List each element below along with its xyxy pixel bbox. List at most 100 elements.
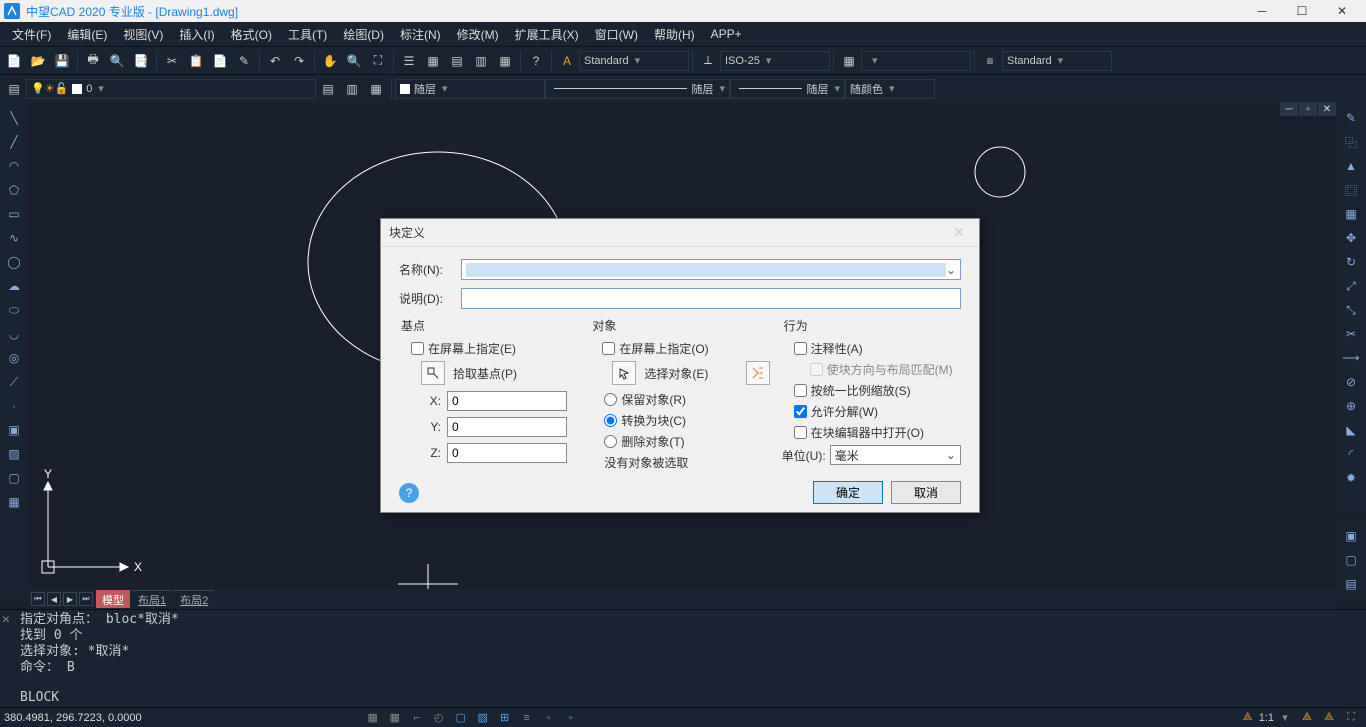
menu-view[interactable]: 视图(V) <box>115 22 171 46</box>
pan-icon[interactable]: ✋ <box>319 50 341 72</box>
tab-first-icon[interactable]: ⏮ <box>31 592 45 606</box>
ellipse-icon[interactable]: ⬭ <box>3 299 25 321</box>
obj-onscreen-checkbox[interactable] <box>602 342 615 355</box>
offset-icon[interactable]: ⿴ <box>1340 179 1362 201</box>
pick-point-button[interactable] <box>421 361 445 385</box>
otrack-icon[interactable]: ▨ <box>472 709 494 727</box>
calc-icon[interactable]: ▦ <box>494 50 516 72</box>
close-button[interactable]: ✕ <box>1322 0 1362 22</box>
snap-icon[interactable]: ▦ <box>384 709 406 727</box>
pline-icon[interactable]: ⟋ <box>3 371 25 393</box>
dimstyle-icon[interactable]: ⟂ <box>697 50 719 72</box>
lineweight-select[interactable]: 随层▾ <box>730 79 845 99</box>
properties-icon[interactable]: ☰ <box>398 50 420 72</box>
break-icon[interactable]: ⊘ <box>1340 371 1362 393</box>
annoscale-icon[interactable]: ⟁ <box>1237 709 1259 727</box>
menu-format[interactable]: 格式(O) <box>223 22 280 46</box>
menu-insert[interactable]: 插入(I) <box>171 22 222 46</box>
line-icon[interactable]: ╲ <box>3 107 25 129</box>
base-onscreen-checkbox[interactable] <box>411 342 424 355</box>
annot-checkbox[interactable] <box>794 342 807 355</box>
trim-icon[interactable]: ✂ <box>1340 323 1362 345</box>
redo-icon[interactable]: ↷ <box>288 50 310 72</box>
insert-block-icon[interactable]: ▣ <box>1340 525 1362 547</box>
dimstyle-select[interactable]: ISO-25▾ <box>720 51 830 71</box>
ok-button[interactable]: 确定 <box>813 481 883 504</box>
undo-icon[interactable]: ↶ <box>264 50 286 72</box>
array-icon[interactable]: ▦ <box>1340 203 1362 225</box>
tab-prev-icon[interactable]: ◀ <box>47 592 61 606</box>
cancel-button[interactable]: 取消 <box>891 481 961 504</box>
help-icon[interactable]: ? <box>525 50 547 72</box>
xline-icon[interactable]: ╱ <box>3 131 25 153</box>
menu-help[interactable]: 帮助(H) <box>646 22 703 46</box>
join-icon[interactable]: ⊕ <box>1340 395 1362 417</box>
annoscale-arrow-icon[interactable]: ▾ <box>1274 709 1296 727</box>
x-input[interactable] <box>447 391 567 411</box>
print-icon[interactable]: 🖶 <box>82 50 104 72</box>
lwt-icon[interactable]: ≡ <box>516 709 538 727</box>
tab-layout1[interactable]: 布局1 <box>132 590 172 608</box>
grid-icon[interactable]: ▦ <box>362 709 384 727</box>
tablestyle-select[interactable]: ▾ <box>861 51 971 71</box>
revcloud-icon[interactable]: ☁ <box>3 275 25 297</box>
table-icon[interactable]: ▦ <box>3 491 25 513</box>
block-icon[interactable]: ▣ <box>3 419 25 441</box>
layer-prev-icon[interactable]: ▤ <box>317 78 339 100</box>
annovis-icon[interactable]: ⟁ <box>1296 709 1318 727</box>
preview-icon[interactable]: 🔍 <box>106 50 128 72</box>
zoom-icon[interactable]: 🔍 <box>343 50 365 72</box>
minimize-button[interactable]: ─ <box>1242 0 1282 22</box>
layer-select[interactable]: 💡 ☀ 🔓 0 ▾ <box>26 79 316 99</box>
open-icon[interactable]: 📂 <box>27 50 49 72</box>
menu-ext[interactable]: 扩展工具(X) <box>507 22 587 46</box>
name-input[interactable] <box>466 263 946 277</box>
polar-icon[interactable]: ◴ <box>428 709 450 727</box>
spline-icon[interactable]: ∿ <box>3 227 25 249</box>
mlstyle-icon[interactable]: ≡ <box>979 50 1001 72</box>
rectangle-icon[interactable]: ▭ <box>3 203 25 225</box>
menu-dim[interactable]: 标注(N) <box>392 22 449 46</box>
dialog-close-icon[interactable]: ✕ <box>947 224 971 241</box>
open-editor-checkbox[interactable] <box>794 426 807 439</box>
delete-radio[interactable] <box>604 435 617 448</box>
name-combo[interactable]: ⌄ <box>461 259 961 280</box>
copy-mod-icon[interactable]: ⿻ <box>1340 131 1362 153</box>
hatch-icon[interactable]: ▨ <box>3 443 25 465</box>
fillet-icon[interactable]: ◜ <box>1340 443 1362 465</box>
explode-icon[interactable]: ✸ <box>1340 467 1362 489</box>
region-icon[interactable]: ▢ <box>3 467 25 489</box>
z-input[interactable] <box>447 443 567 463</box>
designcenter-icon[interactable]: ▦ <box>422 50 444 72</box>
menu-modify[interactable]: 修改(M) <box>449 22 507 46</box>
toolpalettes-icon[interactable]: ▤ <box>446 50 468 72</box>
model-icon[interactable]: ▫ <box>560 709 582 727</box>
unit-select[interactable]: 毫米⌄ <box>830 445 961 465</box>
extend-icon[interactable]: ⟶ <box>1340 347 1362 369</box>
circle-icon[interactable]: ◯ <box>3 251 25 273</box>
blockedit-icon[interactable]: ▤ <box>1340 573 1362 595</box>
layer-iso-icon[interactable]: ▥ <box>341 78 363 100</box>
tab-next-icon[interactable]: ▶ <box>63 592 77 606</box>
y-input[interactable] <box>447 417 567 437</box>
command-input-row[interactable]: BLOCK <box>20 689 1366 707</box>
quickselect-button[interactable] <box>746 361 770 385</box>
tab-model[interactable]: 模型 <box>96 590 130 608</box>
make-block-icon[interactable]: ▢ <box>1340 549 1362 571</box>
move-icon[interactable]: ✥ <box>1340 227 1362 249</box>
zoom-window-icon[interactable]: ⛶ <box>367 50 389 72</box>
dialog-titlebar[interactable]: 块定义 ✕ <box>381 219 979 247</box>
erase-icon[interactable]: ✎ <box>1340 107 1362 129</box>
tab-layout2[interactable]: 布局2 <box>174 590 214 608</box>
desc-input[interactable] <box>461 288 961 309</box>
scale-icon[interactable]: ⤢ <box>1340 275 1362 297</box>
convert-radio[interactable] <box>604 414 617 427</box>
save-icon[interactable]: 💾 <box>51 50 73 72</box>
select-objects-button[interactable] <box>612 361 636 385</box>
arc-icon[interactable]: ◠ <box>3 155 25 177</box>
cycle-icon[interactable]: ▫ <box>538 709 560 727</box>
explode-checkbox[interactable] <box>794 405 807 418</box>
new-icon[interactable]: 📄 <box>3 50 25 72</box>
paste-icon[interactable]: 📄 <box>209 50 231 72</box>
copy-icon[interactable]: 📋 <box>185 50 207 72</box>
